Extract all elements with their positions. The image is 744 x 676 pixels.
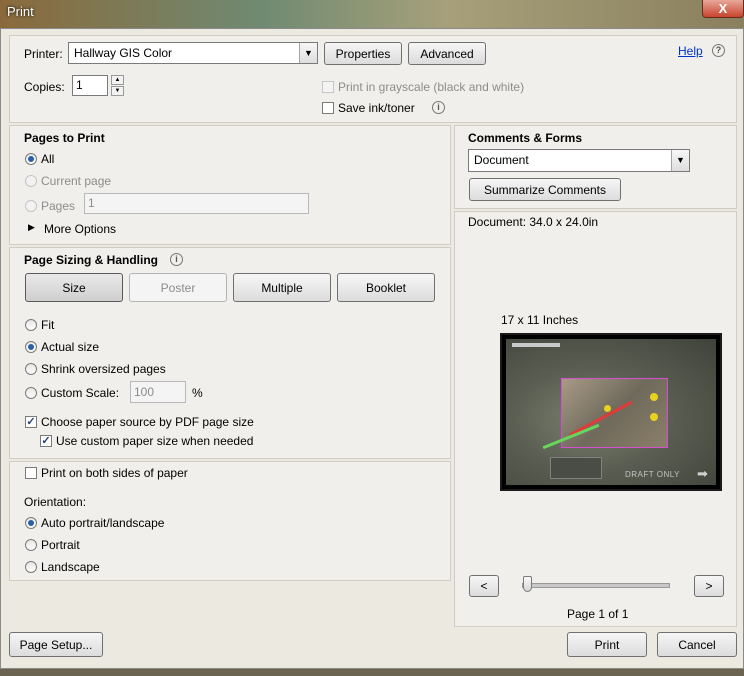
- help-icon[interactable]: ?: [712, 44, 725, 57]
- pages-range-value: 1: [88, 196, 95, 210]
- page-setup-button[interactable]: Page Setup...: [9, 632, 103, 657]
- comments-forms-section: Comments & Forms Document ▼ Summarize Co…: [454, 125, 737, 209]
- summarize-comments-button[interactable]: Summarize Comments: [469, 178, 621, 201]
- print-button[interactable]: Print: [567, 632, 647, 657]
- info-icon[interactable]: i: [432, 101, 445, 114]
- arrow-right-icon: ➡: [697, 466, 708, 481]
- advanced-button[interactable]: Advanced: [408, 42, 486, 65]
- fit-radio[interactable]: [25, 319, 37, 331]
- current-page-radio[interactable]: [25, 175, 37, 187]
- info-icon[interactable]: i: [170, 253, 183, 266]
- orientation-heading: Orientation:: [24, 495, 87, 509]
- orientation-section: Print on both sides of paper Orientation…: [9, 461, 451, 581]
- pages-to-print-section: Pages to Print All Current page Pages 1 …: [9, 125, 451, 245]
- copies-stepper[interactable]: ▲ ▼: [111, 75, 124, 96]
- pages-range-radio[interactable]: [25, 200, 37, 212]
- chevron-down-icon: ▼: [671, 150, 689, 171]
- stepper-up-icon[interactable]: ▲: [111, 75, 124, 85]
- save-ink-checkbox[interactable]: [322, 102, 334, 114]
- chevron-down-icon: ▼: [299, 43, 317, 63]
- paper-size-label: 17 x 11 Inches: [501, 313, 579, 327]
- printer-select[interactable]: Hallway GIS Color ▼: [68, 42, 318, 64]
- pages-range-label: Pages: [41, 199, 76, 213]
- actual-size-label: Actual size: [41, 340, 100, 354]
- properties-button[interactable]: Properties: [324, 42, 402, 65]
- comments-forms-select[interactable]: Document ▼: [468, 149, 690, 172]
- duplex-label: Print on both sides of paper: [41, 466, 188, 480]
- page-slider-thumb[interactable]: [523, 576, 532, 592]
- printer-section: Printer: Hallway GIS Color ▼ Properties …: [9, 35, 737, 123]
- landscape-radio[interactable]: [25, 561, 37, 573]
- previous-page-button[interactable]: <: [469, 575, 499, 597]
- next-page-button[interactable]: >: [694, 575, 724, 597]
- help-link[interactable]: Help: [678, 44, 703, 58]
- custom-scale-input[interactable]: 100: [130, 381, 186, 403]
- title-bar: Print X: [0, 0, 744, 28]
- actual-size-radio[interactable]: [25, 341, 37, 353]
- landscape-label: Landscape: [41, 560, 100, 574]
- custom-scale-value: 100: [134, 385, 155, 399]
- all-pages-radio[interactable]: [25, 153, 37, 165]
- preview-section: Document: 34.0 x 24.0in 17 x 11 Inches D…: [454, 211, 737, 627]
- close-button[interactable]: X: [702, 0, 744, 18]
- map-marker-icon: [604, 405, 611, 412]
- copies-value: 1: [76, 78, 83, 92]
- poster-button[interactable]: Poster: [129, 273, 227, 302]
- portrait-label: Portrait: [41, 538, 80, 552]
- document-size-label: Document: 34.0 x 24.0in: [468, 215, 599, 229]
- duplex-checkbox[interactable]: [25, 467, 37, 479]
- cancel-button[interactable]: Cancel: [657, 632, 737, 657]
- percent-label: %: [192, 386, 203, 400]
- custom-paper-label: Use custom paper size when needed: [56, 434, 254, 448]
- map-marker-icon: [650, 393, 658, 401]
- dialog-body: Printer: Hallway GIS Color ▼ Properties …: [0, 28, 744, 669]
- page-sizing-section: Page Sizing & Handling i Size Poster Mul…: [9, 247, 451, 459]
- shrink-label: Shrink oversized pages: [41, 362, 166, 376]
- pages-to-print-heading: Pages to Print: [24, 131, 105, 145]
- grayscale-checkbox[interactable]: [322, 81, 334, 93]
- auto-orientation-radio[interactable]: [25, 517, 37, 529]
- triangle-right-icon[interactable]: ▶: [28, 222, 35, 233]
- printer-label: Printer:: [24, 47, 63, 61]
- fit-label: Fit: [41, 318, 55, 332]
- page-indicator: Page 1 of 1: [567, 607, 629, 621]
- stepper-down-icon[interactable]: ▼: [111, 86, 124, 96]
- comments-forms-selected-value: Document: [474, 153, 529, 167]
- page-sizing-heading: Page Sizing & Handling: [24, 253, 159, 267]
- comments-forms-heading: Comments & Forms: [468, 131, 583, 145]
- map-marker-icon: [650, 413, 658, 421]
- shrink-radio[interactable]: [25, 363, 37, 375]
- save-ink-label: Save ink/toner: [338, 101, 415, 115]
- all-pages-label: All: [41, 152, 55, 166]
- portrait-radio[interactable]: [25, 539, 37, 551]
- map-preview-image: DRAFT ONLY ➡: [506, 339, 716, 485]
- page-slider-track[interactable]: [522, 583, 670, 588]
- more-options-toggle[interactable]: More Options: [44, 222, 116, 236]
- pages-range-input[interactable]: 1: [84, 193, 309, 214]
- map-legend: [550, 457, 602, 479]
- grayscale-label: Print in grayscale (black and white): [338, 80, 525, 94]
- custom-scale-radio[interactable]: [25, 387, 37, 399]
- multiple-button[interactable]: Multiple: [233, 273, 331, 302]
- paper-source-label: Choose paper source by PDF page size: [41, 415, 254, 429]
- printer-selected-value: Hallway GIS Color: [74, 46, 173, 60]
- window-title: Print: [7, 4, 34, 19]
- current-page-label: Current page: [41, 174, 112, 188]
- custom-scale-label: Custom Scale:: [41, 386, 120, 400]
- map-title-block: [512, 343, 560, 347]
- draft-watermark: DRAFT ONLY: [625, 470, 680, 479]
- booklet-button[interactable]: Booklet: [337, 273, 435, 302]
- paper-source-checkbox[interactable]: ✓: [25, 416, 37, 428]
- custom-paper-checkbox[interactable]: ✓: [40, 435, 52, 447]
- size-button[interactable]: Size: [25, 273, 123, 302]
- auto-orientation-label: Auto portrait/landscape: [41, 516, 165, 530]
- copies-label: Copies:: [24, 80, 65, 94]
- page-preview: DRAFT ONLY ➡: [500, 333, 722, 491]
- copies-input[interactable]: 1: [72, 75, 108, 96]
